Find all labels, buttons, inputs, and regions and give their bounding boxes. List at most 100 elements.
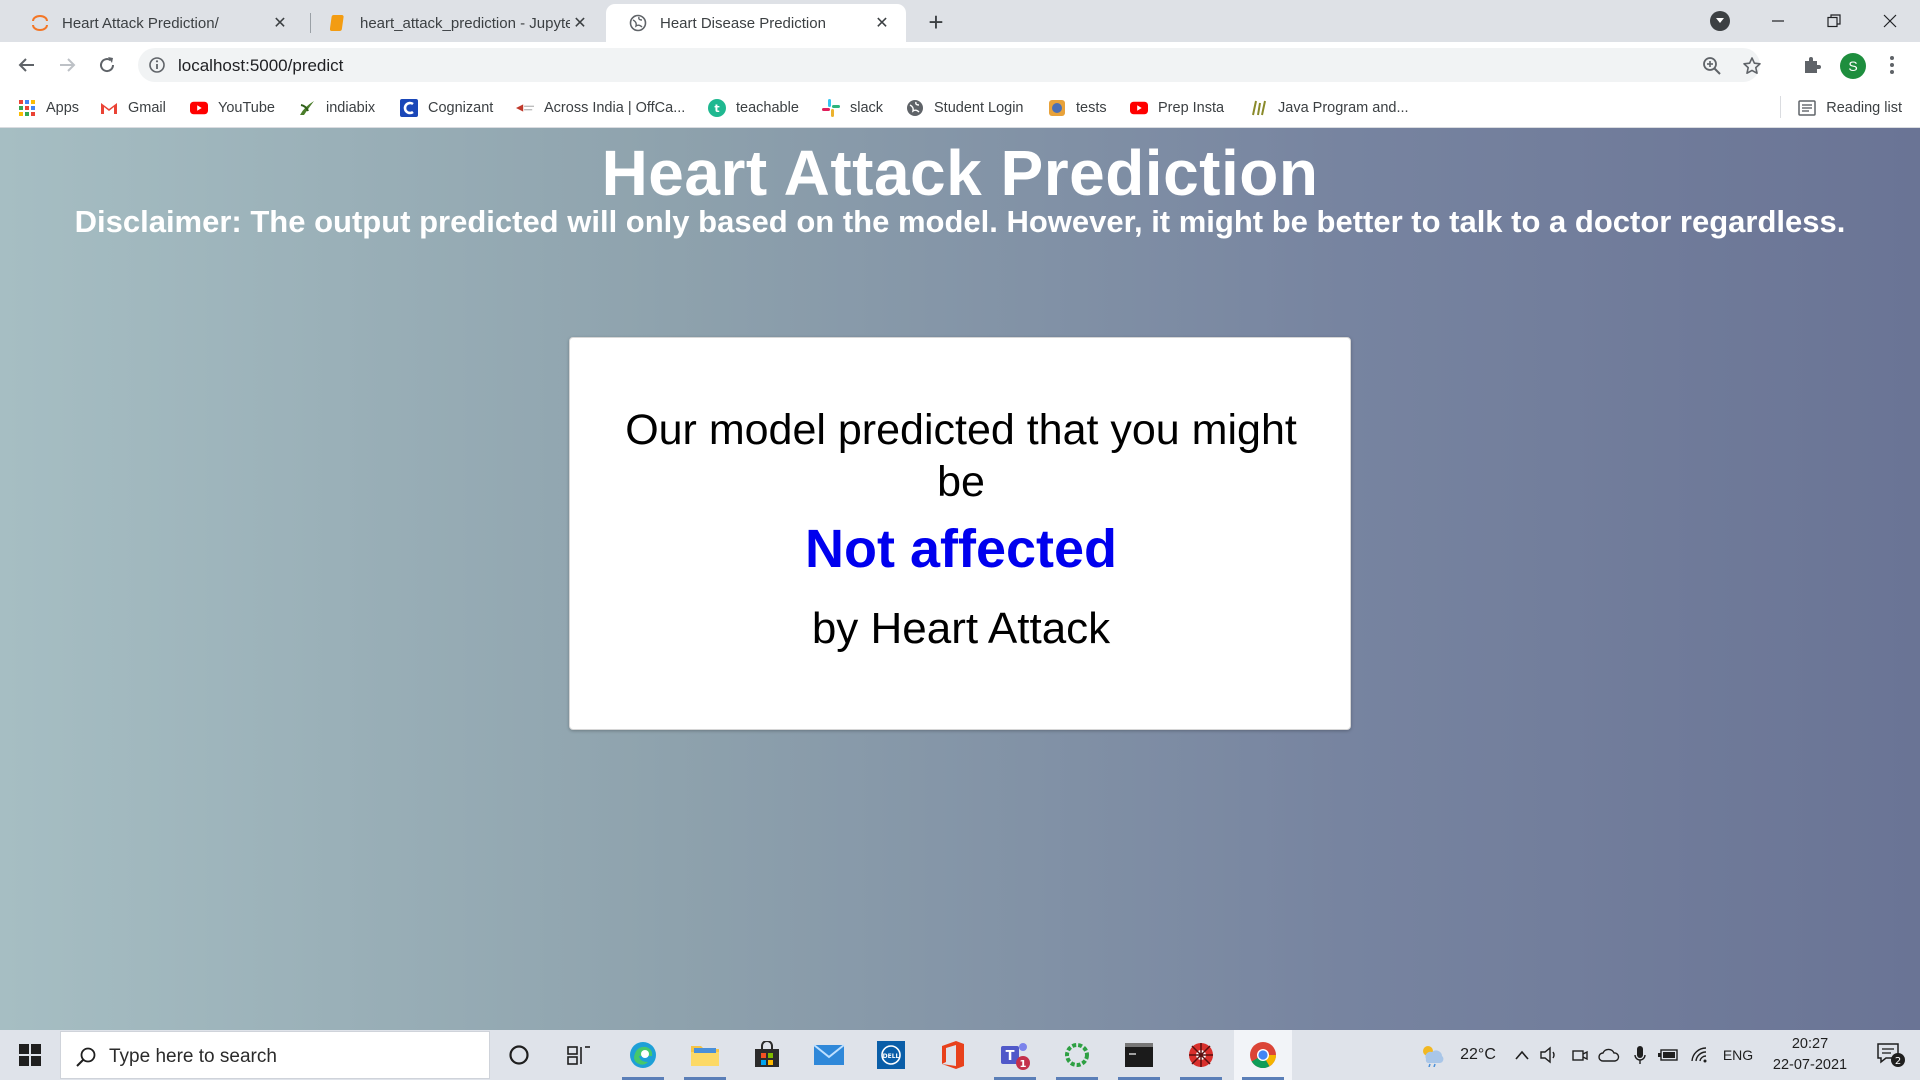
taskbar-edge[interactable] xyxy=(614,1030,672,1080)
notebook-icon xyxy=(328,13,348,33)
close-window-button[interactable] xyxy=(1862,0,1918,42)
bookmark-prep-insta[interactable]: Prep Insta xyxy=(1130,97,1224,119)
store-icon xyxy=(755,1041,779,1067)
cloud-icon xyxy=(1598,1048,1620,1062)
prediction-intro-text: Our model predicted that you might be xyxy=(625,406,1297,506)
search-placeholder: Type here to search xyxy=(109,1046,277,1067)
bookmark-label: YouTube xyxy=(218,100,275,116)
bookmark-label: slack xyxy=(850,100,884,116)
battery-button[interactable] xyxy=(1656,1030,1682,1080)
taskbar-store[interactable] xyxy=(738,1030,796,1080)
taskbar-teams[interactable]: T1 xyxy=(986,1030,1044,1080)
restore-button[interactable] xyxy=(1806,0,1862,42)
notifications-button[interactable]: 2 xyxy=(1866,1030,1916,1080)
reading-list-label: Reading list xyxy=(1826,100,1902,116)
dell-icon: DELL xyxy=(877,1041,905,1069)
more-vert-icon xyxy=(1890,56,1894,74)
tab-heart-attack-prediction-jupyter[interactable]: Heart Attack Prediction/ ✕ xyxy=(8,4,304,42)
notification-count: 2 xyxy=(1895,1056,1901,1067)
new-tab-button[interactable]: + xyxy=(922,7,950,37)
bookmark-youtube[interactable]: YouTube xyxy=(190,97,275,119)
jupyter-icon xyxy=(30,13,50,33)
tab-title: Heart Disease Prediction xyxy=(660,14,826,32)
anaconda-icon xyxy=(1189,1043,1213,1067)
close-tab-icon[interactable]: ✕ xyxy=(872,13,892,33)
task-view-button[interactable] xyxy=(550,1030,608,1080)
weather-rain-icon xyxy=(1423,1046,1444,1067)
folder-icon xyxy=(691,1046,719,1066)
volume-button[interactable] xyxy=(1536,1030,1562,1080)
bookmark-across-india[interactable]: Across India | OffCa... xyxy=(516,97,685,119)
browser-toolbar: localhost:5000/predict xyxy=(0,42,1920,88)
bookmark-java-program[interactable]: Java Program and... xyxy=(1250,97,1409,119)
browser-menu-button[interactable] xyxy=(1880,53,1904,77)
url-text[interactable]: localhost:5000/predict xyxy=(178,56,343,76)
taskbar-search[interactable]: Type here to search xyxy=(60,1031,490,1079)
bookmark-cognizant[interactable]: Cognizant xyxy=(400,97,493,119)
close-tab-icon[interactable]: ✕ xyxy=(270,13,290,33)
show-hidden-icons-button[interactable] xyxy=(1510,1030,1534,1080)
taskbar-mail[interactable] xyxy=(800,1030,858,1080)
reading-list-button[interactable]: Reading list xyxy=(1798,97,1902,119)
onedrive-button[interactable] xyxy=(1596,1030,1622,1080)
tests-icon xyxy=(1048,99,1066,117)
input-language[interactable]: ENG xyxy=(1718,1030,1758,1080)
disclaimer-text: Disclaimer: The output predicted will on… xyxy=(74,204,1846,239)
taskbar-file-explorer[interactable] xyxy=(676,1030,734,1080)
chrome-icon xyxy=(1250,1042,1277,1069)
bookmark-gmail[interactable]: Gmail xyxy=(100,97,166,119)
page-title: Heart Attack Prediction xyxy=(601,137,1319,209)
bookmark-student-login[interactable]: Student Login xyxy=(906,97,1024,119)
bookmark-label: Java Program and... xyxy=(1278,100,1409,116)
svg-text:t: t xyxy=(714,102,719,115)
zoom-icon[interactable] xyxy=(1702,56,1722,76)
notification-icon: 2 xyxy=(1877,1043,1905,1067)
chevron-up-icon xyxy=(1515,1050,1529,1060)
taskbar-chrome[interactable] xyxy=(1234,1030,1292,1080)
wifi-icon xyxy=(1691,1047,1707,1063)
tab-heart-disease-prediction[interactable]: Heart Disease Prediction ✕ xyxy=(606,4,906,42)
taskbar-dell[interactable]: DELL xyxy=(862,1030,920,1080)
taskbar-anaconda[interactable] xyxy=(1172,1030,1230,1080)
back-button[interactable] xyxy=(12,50,42,80)
taskbar-terminal[interactable] xyxy=(1110,1030,1168,1080)
start-button[interactable] xyxy=(0,1030,60,1080)
youtube-icon xyxy=(1130,99,1148,117)
tab-jupyter-notebook[interactable]: heart_attack_prediction - Jupyter ✕ xyxy=(306,4,604,42)
taskbar-office[interactable] xyxy=(924,1030,982,1080)
youtube-icon xyxy=(190,99,208,117)
edge-icon xyxy=(630,1042,656,1068)
minimize-button[interactable] xyxy=(1750,0,1806,42)
bookmark-apps[interactable]: Apps xyxy=(18,97,79,119)
reading-list-icon xyxy=(1798,100,1816,116)
prediction-result: Not affected xyxy=(804,519,1118,579)
forward-button[interactable] xyxy=(52,50,82,80)
bookmark-slack[interactable]: slack xyxy=(822,97,883,119)
network-button[interactable] xyxy=(1688,1030,1712,1080)
windows-taskbar: Type here to search DELL T1 22°C ENG 20:… xyxy=(0,1030,1920,1080)
taskbar-app-green[interactable] xyxy=(1048,1030,1106,1080)
weather-temperature[interactable]: 22°C xyxy=(1452,1030,1504,1080)
bookmark-teachable[interactable]: t teachable xyxy=(708,97,799,119)
close-tab-icon[interactable]: ✕ xyxy=(570,13,590,33)
loading-ring-icon xyxy=(1065,1043,1089,1067)
address-bar[interactable]: localhost:5000/predict xyxy=(138,48,1762,82)
microphone-button[interactable] xyxy=(1628,1030,1652,1080)
info-icon[interactable] xyxy=(148,56,166,74)
bookmark-star-icon[interactable] xyxy=(1742,56,1762,76)
weather-widget[interactable] xyxy=(1412,1030,1452,1080)
camera-icon xyxy=(1572,1050,1588,1061)
bookmark-indiabix[interactable]: indiabix xyxy=(298,97,375,119)
reload-button[interactable] xyxy=(92,50,122,80)
cortana-button[interactable] xyxy=(490,1030,548,1080)
bookmarks-bar: Apps Gmail YouTube indiabix Cognizant Ac… xyxy=(0,88,1920,128)
bookmark-tests[interactable]: tests xyxy=(1048,97,1107,119)
bookmark-label: Apps xyxy=(46,100,80,116)
minimize-icon xyxy=(1772,20,1784,22)
profile-avatar[interactable]: S xyxy=(1840,53,1866,79)
taskbar-clock[interactable]: 20:27 22-07-2021 xyxy=(1760,1034,1860,1076)
speaker-icon xyxy=(1540,1046,1555,1064)
meet-now-button[interactable] xyxy=(1568,1030,1592,1080)
extensions-button[interactable] xyxy=(1800,53,1824,77)
tab-search-button[interactable] xyxy=(1710,11,1730,31)
